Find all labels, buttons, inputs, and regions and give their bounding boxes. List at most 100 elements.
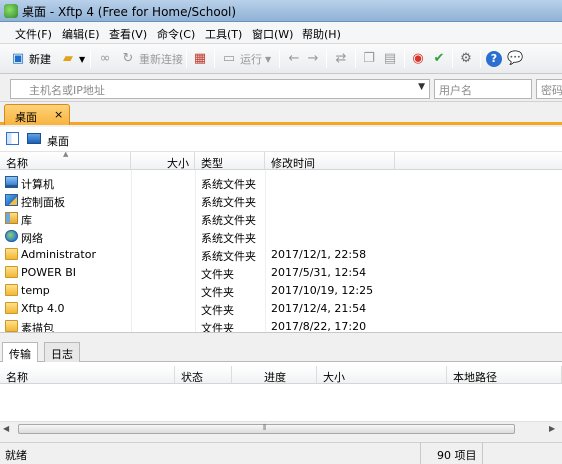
password-input[interactable]: 密码 xyxy=(536,79,562,99)
file-type: 系统文件夹 xyxy=(201,214,256,227)
menu-view[interactable]: 查看(V) xyxy=(109,26,147,42)
column-size-label: 大小 xyxy=(167,157,189,170)
file-type: 文件夹 xyxy=(201,304,234,317)
menu-bar: 文件(F) 编辑(E) 查看(V) 命令(C) 工具(T) 窗口(W) 帮助(H… xyxy=(0,22,562,44)
new-session-button[interactable]: ▣ 新建 xyxy=(10,49,51,69)
back-button[interactable]: ← xyxy=(286,49,305,69)
forward-button[interactable]: → xyxy=(305,49,324,69)
gear-icon: ⚙ xyxy=(460,51,472,66)
user-folder-icon xyxy=(5,248,18,260)
chevron-down-icon: ▼ xyxy=(265,54,272,64)
transfer-icon: ✔ xyxy=(433,51,445,66)
tab-transfer[interactable]: 传输 xyxy=(2,342,38,363)
item-count: 90 项目 xyxy=(437,449,477,462)
file-row[interactable]: Administrator 系统文件夹 2017/12/1, 22:58 xyxy=(0,245,562,263)
host-input[interactable]: 主机名或IP地址 ▼ xyxy=(10,79,430,99)
path-bar: 桌面 xyxy=(0,127,562,152)
link-button[interactable]: ∞ xyxy=(97,49,116,69)
open-folder-button[interactable]: ▰ ▼ xyxy=(60,49,85,69)
tab-desktop[interactable]: 桌面 × xyxy=(4,104,70,125)
paste-icon: ▤ xyxy=(383,51,397,66)
link-icon: ∞ xyxy=(99,51,111,66)
transfer-header-status[interactable]: 状态 xyxy=(175,366,232,384)
chevron-down-icon: ▼ xyxy=(79,54,86,64)
username-input[interactable]: 用户名 xyxy=(434,79,532,99)
file-row[interactable]: 素描包 文件夹 2017/8/22, 17:20 xyxy=(0,317,562,332)
column-header-name[interactable]: 名称 ▲ xyxy=(0,152,131,170)
computer-icon xyxy=(5,176,18,188)
folder-open-icon: ▰ xyxy=(63,51,73,66)
run-button[interactable]: ▭ 运行 ▼ xyxy=(221,49,271,69)
horizontal-scrollbar[interactable]: ◀ ⦀ ▶ xyxy=(0,421,562,436)
file-modified: 2017/12/4, 21:54 xyxy=(271,302,367,315)
transfer-header-local-path[interactable]: 本地路径 xyxy=(447,366,562,384)
column-header-filler xyxy=(395,152,562,170)
current-path[interactable]: 桌面 xyxy=(47,133,69,149)
file-name: Administrator xyxy=(21,248,96,261)
panel-toggle-icon[interactable] xyxy=(6,132,19,145)
file-row[interactable]: Xftp 4.0 文件夹 2017/12/4, 21:54 xyxy=(0,299,562,317)
menu-window[interactable]: 窗口(W) xyxy=(252,26,293,42)
help-icon: ? xyxy=(486,51,502,67)
copy-button[interactable]: ❐ xyxy=(361,49,380,69)
column-modified-label: 修改时间 xyxy=(271,157,315,170)
file-row[interactable]: 库 系统文件夹 xyxy=(0,209,562,227)
column-header-type[interactable]: 类型 xyxy=(195,152,265,170)
file-row[interactable]: 网络 系统文件夹 xyxy=(0,227,562,245)
transfer-header-size[interactable]: 大小 xyxy=(317,366,447,384)
column-header-size[interactable]: 大小 xyxy=(131,152,195,170)
help-button[interactable]: ? xyxy=(486,49,505,69)
menu-help[interactable]: 帮助(H) xyxy=(302,26,341,42)
address-bar: 主机名或IP地址 ▼ 用户名 密码 xyxy=(0,75,562,102)
paste-button[interactable]: ▤ xyxy=(382,49,401,69)
host-placeholder: 主机名或IP地址 xyxy=(29,84,105,97)
new-session-icon: ▣ xyxy=(11,51,25,66)
tab-log-label: 日志 xyxy=(51,348,73,361)
tab-log[interactable]: 日志 xyxy=(44,342,80,362)
file-row[interactable]: 计算机 系统文件夹 xyxy=(0,173,562,191)
menu-tools[interactable]: 工具(T) xyxy=(205,26,242,42)
transfer-local-path-label: 本地路径 xyxy=(453,371,497,384)
xshell-button[interactable]: ◉ xyxy=(410,49,429,69)
bottom-tabs: 传输 日志 xyxy=(0,340,562,363)
file-type: 文件夹 xyxy=(201,286,234,299)
transfer-name-label: 名称 xyxy=(6,371,28,384)
folder-icon xyxy=(5,302,18,314)
file-row[interactable]: 控制面板 系统文件夹 xyxy=(0,191,562,209)
chat-button[interactable]: 💬 xyxy=(507,49,526,69)
control-panel-icon xyxy=(5,194,18,206)
folder-icon xyxy=(5,284,18,296)
properties-button[interactable]: ▦ xyxy=(192,49,211,69)
menu-command[interactable]: 命令(C) xyxy=(157,26,195,42)
sort-asc-icon: ▲ xyxy=(63,152,69,158)
title-bar: 桌面 - Xftp 4 (Free for Home/School) xyxy=(0,0,562,22)
transfer-button[interactable]: ✔ xyxy=(431,49,450,69)
menu-file[interactable]: 文件(F) xyxy=(15,26,52,42)
file-name: 素描包 xyxy=(21,322,54,332)
transfer-header-name[interactable]: 名称 xyxy=(0,366,175,384)
transfer-header-progress[interactable]: 进度 xyxy=(232,366,317,384)
scroll-right-icon[interactable]: ▶ xyxy=(549,424,555,433)
network-icon xyxy=(5,230,18,242)
grip-icon: ⦀ xyxy=(263,423,267,432)
speech-bubble-icon: 💬 xyxy=(507,51,524,66)
sync-button[interactable]: ⇄ xyxy=(333,49,352,69)
chevron-down-icon[interactable]: ▼ xyxy=(418,82,425,92)
file-type: 系统文件夹 xyxy=(201,196,256,209)
column-type-label: 类型 xyxy=(201,157,223,170)
pane-splitter[interactable] xyxy=(0,332,562,340)
file-row[interactable]: POWER BI 文件夹 2017/5/31, 12:54 xyxy=(0,263,562,281)
options-button[interactable]: ⚙ xyxy=(458,49,477,69)
copy-icon: ❐ xyxy=(363,51,375,66)
scroll-left-icon[interactable]: ◀ xyxy=(3,424,9,433)
file-name: temp xyxy=(21,284,50,297)
file-row[interactable]: temp 文件夹 2017/10/19, 12:25 xyxy=(0,281,562,299)
reconnect-button[interactable]: ↻ 重新连接 xyxy=(120,49,183,69)
column-header-modified[interactable]: 修改时间 xyxy=(265,152,395,170)
menu-edit[interactable]: 编辑(E) xyxy=(62,26,100,42)
close-icon[interactable]: × xyxy=(54,108,63,121)
transfer-progress-label: 进度 xyxy=(264,371,286,384)
arrow-left-icon: ← xyxy=(288,51,300,66)
file-modified: 2017/5/31, 12:54 xyxy=(271,266,367,279)
file-type: 系统文件夹 xyxy=(201,250,256,263)
